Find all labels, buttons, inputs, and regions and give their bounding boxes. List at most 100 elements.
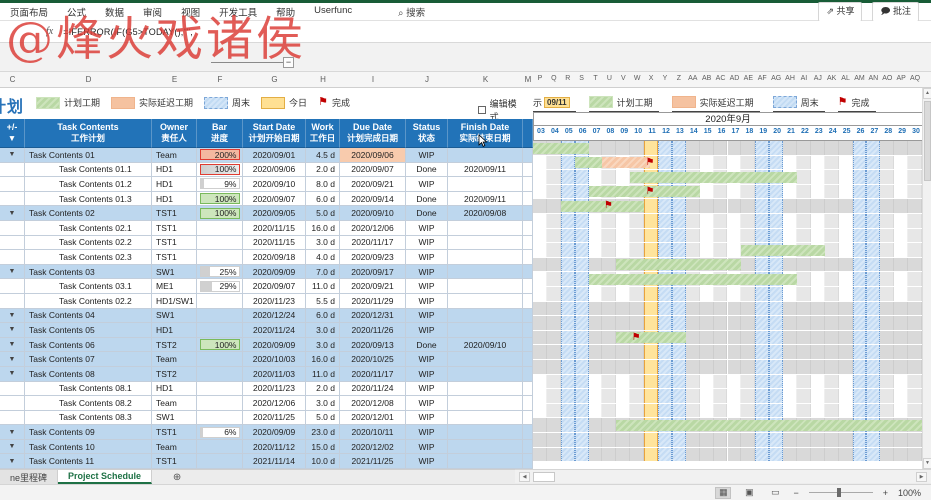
ribbon-tab-Userfunc[interactable]: Userfunc bbox=[314, 5, 352, 19]
work-days-cell[interactable]: 7.0 d bbox=[306, 265, 340, 280]
gantt-cell[interactable] bbox=[728, 156, 742, 170]
owner-cell[interactable]: Team bbox=[152, 352, 197, 367]
gantt-cell[interactable] bbox=[686, 331, 700, 345]
gantt-cell[interactable] bbox=[880, 360, 894, 374]
due-date-cell[interactable]: 2021/11/25 bbox=[340, 454, 406, 469]
gantt-cell[interactable] bbox=[714, 185, 728, 199]
task-name-cell[interactable]: Task Contents 01.1 bbox=[25, 163, 152, 178]
gantt-cell[interactable] bbox=[769, 185, 783, 199]
owner-cell[interactable]: HD1 bbox=[152, 192, 197, 207]
col-letter-T[interactable]: T bbox=[593, 75, 597, 82]
status-cell[interactable]: WIP bbox=[406, 236, 448, 251]
start-date-cell[interactable]: 2020/09/09 bbox=[243, 265, 306, 280]
status-cell[interactable]: WIP bbox=[406, 294, 448, 309]
gantt-cell[interactable] bbox=[686, 287, 700, 301]
col-letter-K[interactable]: K bbox=[483, 75, 488, 84]
gantt-cell[interactable] bbox=[825, 141, 839, 155]
sheet-tab-project-schedule[interactable]: Project Schedule bbox=[58, 470, 152, 484]
gantt-cell[interactable] bbox=[853, 345, 867, 359]
col-letter-M[interactable]: M bbox=[525, 75, 532, 84]
gantt-cell[interactable] bbox=[533, 404, 547, 418]
gantt-cell[interactable] bbox=[602, 331, 616, 345]
gantt-cell[interactable] bbox=[714, 389, 728, 403]
gantt-cell[interactable] bbox=[797, 170, 811, 184]
work-days-cell[interactable]: 5.0 d bbox=[306, 206, 340, 221]
gantt-cell[interactable] bbox=[908, 156, 922, 170]
task-name-cell[interactable]: Task Contents 03.1 bbox=[25, 279, 152, 294]
finish-date-cell[interactable] bbox=[448, 309, 523, 324]
start-date-cell[interactable]: 2020/11/15 bbox=[243, 221, 306, 236]
gantt-cell[interactable] bbox=[755, 345, 769, 359]
gantt-cell[interactable] bbox=[700, 360, 714, 374]
progress-bar-cell[interactable] bbox=[197, 396, 243, 411]
gantt-cell[interactable] bbox=[866, 345, 880, 359]
gantt-cell[interactable] bbox=[547, 375, 561, 389]
gantt-cell[interactable] bbox=[797, 404, 811, 418]
gantt-cell[interactable] bbox=[894, 287, 908, 301]
gantt-cell[interactable] bbox=[783, 404, 797, 418]
table-row[interactable]: ▼Task Contents 06TST2100%2020/09/093.0 d… bbox=[0, 338, 533, 353]
gantt-cell[interactable] bbox=[880, 448, 894, 462]
gantt-cell[interactable] bbox=[616, 389, 630, 403]
gantt-cell[interactable] bbox=[602, 229, 616, 243]
gantt-cell[interactable] bbox=[839, 141, 853, 155]
gantt-cell[interactable] bbox=[630, 214, 644, 228]
gantt-cell[interactable] bbox=[700, 287, 714, 301]
gantt-cell[interactable] bbox=[728, 433, 742, 447]
gantt-cell[interactable] bbox=[616, 345, 630, 359]
start-date-cell[interactable]: 2020/11/24 bbox=[243, 323, 306, 338]
gantt-cell[interactable] bbox=[686, 229, 700, 243]
plan-bar[interactable] bbox=[616, 332, 685, 343]
start-date-cell[interactable]: 2020/09/07 bbox=[243, 279, 306, 294]
owner-cell[interactable]: HD1 bbox=[152, 382, 197, 397]
gantt-cell[interactable] bbox=[561, 389, 575, 403]
gantt-cell[interactable] bbox=[547, 418, 561, 432]
finish-date-cell[interactable]: 2020/09/10 bbox=[448, 338, 523, 353]
gantt-cell[interactable] bbox=[644, 141, 658, 155]
gantt-cell[interactable] bbox=[616, 287, 630, 301]
gantt-cell[interactable] bbox=[894, 345, 908, 359]
start-date-cell[interactable]: 2020/09/07 bbox=[243, 192, 306, 207]
table-row[interactable]: ▼Task Contents 01Team200%2020/09/014.5 d… bbox=[0, 148, 533, 163]
status-cell[interactable]: WIP bbox=[406, 411, 448, 426]
gantt-cell[interactable] bbox=[533, 448, 547, 462]
gantt-cell[interactable] bbox=[866, 156, 880, 170]
status-cell[interactable]: WIP bbox=[406, 148, 448, 163]
col-letter-AG[interactable]: AG bbox=[771, 75, 781, 82]
gantt-cell[interactable] bbox=[630, 433, 644, 447]
col-letter-AP[interactable]: AP bbox=[896, 75, 905, 82]
gantt-cell[interactable] bbox=[894, 214, 908, 228]
gantt-cell[interactable] bbox=[616, 404, 630, 418]
gantt-cell[interactable] bbox=[686, 316, 700, 330]
start-date-cell[interactable]: 2020/09/09 bbox=[243, 425, 306, 440]
gantt-cell[interactable] bbox=[866, 331, 880, 345]
col-letter-E[interactable]: E bbox=[172, 75, 177, 84]
gantt-cell[interactable] bbox=[783, 185, 797, 199]
due-date-cell[interactable]: 2020/11/24 bbox=[340, 382, 406, 397]
gantt-cell[interactable] bbox=[853, 287, 867, 301]
gantt-cell[interactable] bbox=[783, 316, 797, 330]
gantt-cell[interactable] bbox=[811, 345, 825, 359]
gantt-cell[interactable] bbox=[672, 389, 686, 403]
gantt-cell[interactable] bbox=[658, 214, 672, 228]
due-date-cell[interactable]: 2020/10/11 bbox=[340, 425, 406, 440]
gantt-cell[interactable] bbox=[658, 375, 672, 389]
col-letter-AH[interactable]: AH bbox=[785, 75, 795, 82]
gantt-cell[interactable] bbox=[686, 433, 700, 447]
start-date-cell[interactable]: 2020/10/03 bbox=[243, 352, 306, 367]
gantt-cell[interactable] bbox=[533, 185, 547, 199]
formula-bar[interactable]: fx =IFERROR(IF(G5>TODAY(),"", bbox=[0, 21, 931, 43]
gantt-cell[interactable] bbox=[866, 448, 880, 462]
gantt-cell[interactable] bbox=[755, 448, 769, 462]
gantt-cell[interactable] bbox=[741, 199, 755, 213]
gantt-cell[interactable] bbox=[839, 448, 853, 462]
gantt-cell[interactable] bbox=[658, 433, 672, 447]
gantt-cell[interactable] bbox=[755, 141, 769, 155]
gantt-cell[interactable] bbox=[686, 243, 700, 257]
gantt-cell[interactable] bbox=[700, 316, 714, 330]
gantt-cell[interactable] bbox=[644, 404, 658, 418]
zoom-slider[interactable] bbox=[809, 492, 873, 493]
gantt-cell[interactable] bbox=[880, 287, 894, 301]
gantt-cell[interactable] bbox=[797, 214, 811, 228]
gantt-cell[interactable] bbox=[839, 272, 853, 286]
